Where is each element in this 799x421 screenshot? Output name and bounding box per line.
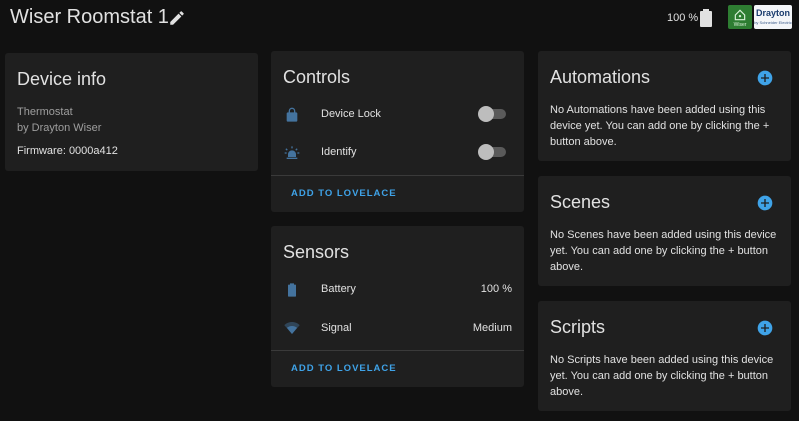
signal-value: Medium [472, 322, 512, 334]
scenes-title: Scenes [550, 192, 611, 212]
page-title: Wiser Roomstat 1 [10, 6, 169, 28]
automations-card: Automations No Automations have been add… [538, 51, 791, 161]
controls-title: Controls [283, 67, 351, 87]
wiser-logo-label: Wiser [733, 22, 747, 28]
battery-value: 100 % [480, 283, 512, 295]
controls-divider [271, 175, 524, 176]
add-automation-icon[interactable] [757, 70, 773, 86]
add-scene-icon[interactable] [757, 195, 773, 211]
scripts-card: Scripts No Scripts have been added using… [538, 301, 791, 411]
wiser-logo: Wiser [728, 5, 752, 29]
scripts-title: Scripts [550, 317, 606, 337]
device-firmware: Firmware: 0000a412 [17, 145, 118, 157]
battery-label: Battery [321, 283, 356, 295]
identify-label: Identify [321, 146, 357, 158]
automations-title: Automations [550, 67, 651, 87]
toggle-knob [478, 144, 494, 160]
alarm-light-icon [284, 146, 300, 159]
device-lock-toggle[interactable] [478, 106, 508, 122]
sensors-divider [271, 350, 524, 351]
battery-level-text: 100 % [667, 12, 699, 24]
home-icon [734, 9, 746, 21]
device-info-title: Device info [17, 69, 107, 89]
sensors-title: Sensors [283, 242, 350, 262]
automations-description: No Automations have been added using thi… [550, 104, 770, 148]
sensors-add-to-lovelace-button[interactable]: ADD TO LOVELACE [291, 363, 397, 374]
device-manufacturer: by Drayton Wiser [17, 122, 102, 134]
scenes-card: Scenes No Scenes have been added using t… [538, 176, 791, 286]
drayton-logo-sub: by Schneider Electric [754, 20, 792, 25]
battery-full-icon [700, 9, 712, 27]
add-script-icon[interactable] [757, 320, 773, 336]
identify-toggle[interactable] [478, 144, 508, 160]
device-info-card: Device info Thermostat by Drayton Wiser … [5, 53, 258, 171]
sensors-card: Sensors Battery 100 % Signal Medium ADD … [271, 226, 524, 387]
drayton-logo-brand: Drayton [755, 8, 790, 18]
device-model: Thermostat [17, 106, 73, 118]
scripts-description: No Scripts have been added using this de… [550, 354, 774, 398]
toggle-knob [478, 106, 494, 122]
battery-icon [288, 283, 296, 297]
device-lock-label: Device Lock [321, 108, 381, 120]
wifi-icon [284, 322, 300, 334]
controls-add-to-lovelace-button[interactable]: ADD TO LOVELACE [291, 188, 397, 199]
signal-label: Signal [321, 322, 352, 334]
pencil-icon[interactable] [168, 9, 186, 27]
lock-icon [286, 107, 298, 122]
scenes-description: No Scenes have been added using this dev… [550, 229, 777, 273]
drayton-logo: Drayton by Schneider Electric [754, 5, 792, 29]
top-bar: Wiser Roomstat 1 100 % Wiser Drayton by … [0, 0, 799, 40]
controls-card: Controls Device Lock Identify ADD TO LOV… [271, 51, 524, 212]
